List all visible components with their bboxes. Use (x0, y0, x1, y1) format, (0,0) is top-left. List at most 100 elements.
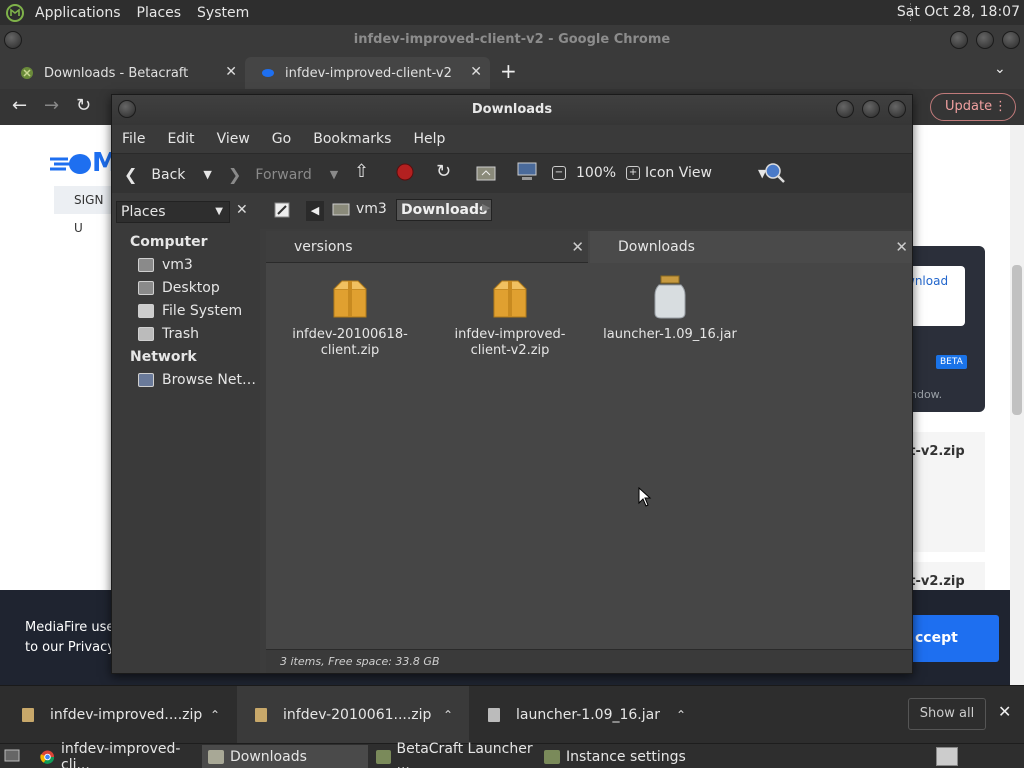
minimize-button[interactable] (950, 31, 968, 49)
back-arrow-icon[interactable]: ← (12, 95, 27, 116)
stop-icon[interactable] (396, 163, 414, 181)
menu-edit[interactable]: Edit (167, 131, 194, 147)
task-downloads[interactable]: Downloads (202, 745, 368, 768)
maximize-button[interactable] (862, 100, 880, 118)
sidebar-header-network: Network (130, 349, 197, 365)
task-instance-settings[interactable]: Instance settings (538, 745, 704, 768)
applications-menu[interactable]: Applications (30, 5, 126, 21)
back-button[interactable]: ❮ Back ▼ (124, 165, 212, 184)
file-item-launcher-jar[interactable]: launcher-1.09_16.jar (600, 273, 740, 343)
folder-icon (208, 749, 224, 764)
menu-view[interactable]: View (217, 131, 250, 147)
places-menu[interactable]: Places (132, 5, 187, 21)
download-button[interactable]: wnload (905, 266, 965, 326)
sidebar-item-browse-network[interactable]: Browse Net… (138, 372, 256, 388)
chevron-up-icon[interactable]: ⌃ (443, 708, 453, 722)
breadcrumb-left-arrow-icon[interactable]: ◀ (306, 201, 324, 221)
chrome-window-title: infdev-improved-client-v2 - Google Chrom… (353, 32, 671, 47)
back-history-dropdown-icon[interactable]: ▼ (203, 168, 211, 181)
home-folder-icon[interactable] (476, 163, 496, 181)
desktop-icon (138, 281, 154, 295)
download-item-infdev-20100618[interactable]: infdev-2010061....zip ⌃ (237, 686, 469, 744)
file-name: infdev-20100618- (292, 327, 408, 342)
window-menu-button[interactable] (118, 100, 136, 118)
back-label: Back (151, 166, 186, 183)
close-button[interactable] (1002, 31, 1020, 49)
tab-label: Downloads (618, 239, 695, 255)
task-label: BetaCraft Launcher ... (396, 740, 533, 768)
tab-downloads[interactable]: Downloads ✕ (590, 231, 912, 263)
file-name: client.zip (320, 343, 380, 358)
workspace-switcher[interactable] (936, 747, 958, 766)
up-arrow-icon[interactable]: ⇧ (354, 161, 369, 182)
view-mode-label: Icon View (645, 165, 712, 181)
tab-close-icon[interactable]: ✕ (895, 231, 908, 263)
download-item-infdev-improved[interactable]: infdev-improved....zip ⌃ (0, 686, 236, 744)
network-icon (138, 373, 154, 387)
sidebar-item-vm3[interactable]: vm3 (138, 257, 193, 273)
tab-close-icon[interactable]: ✕ (225, 64, 237, 80)
tab-label: Downloads - Betacraft (44, 65, 189, 81)
file-item-infdev-improved-client-v2[interactable]: infdev-improved- client-v2.zip (440, 273, 580, 359)
close-sidebar-icon[interactable]: ✕ (236, 202, 248, 218)
beta-badge: BETA (936, 355, 967, 369)
download-item-launcher-jar[interactable]: launcher-1.09_16.jar ⌃ (470, 686, 702, 744)
tab-close-icon[interactable]: ✕ (470, 64, 482, 80)
signup-button[interactable]: SIGN U (54, 186, 114, 235)
file-view[interactable]: versions ✕ Downloads ✕ infdev-20100618- … (266, 231, 912, 673)
sidebar-item-label: File System (162, 303, 243, 319)
menu-bookmarks[interactable]: Bookmarks (313, 131, 391, 147)
sidebar-item-desktop[interactable]: Desktop (138, 280, 220, 296)
edit-location-icon[interactable] (274, 202, 290, 218)
forward-arrow-icon[interactable]: → (44, 95, 59, 116)
scrollbar-thumb[interactable] (1012, 265, 1022, 415)
maximize-button[interactable] (976, 31, 994, 49)
zoom-out-icon[interactable]: − (552, 166, 566, 180)
task-betacraft[interactable]: BetaCraft Launcher ... (370, 741, 536, 768)
menu-go[interactable]: Go (272, 131, 291, 147)
search-icon[interactable] (764, 162, 786, 184)
tab-search-chevron-icon[interactable]: ⌄ (994, 61, 1006, 77)
breadcrumb-downloads[interactable]: Downloads (396, 199, 493, 221)
chevron-up-icon[interactable]: ⌃ (676, 708, 686, 722)
mediafire-logo[interactable]: M (48, 148, 118, 178)
page-scrollbar[interactable] (1010, 125, 1024, 685)
window-note: ndow. (910, 388, 943, 401)
breadcrumb-right-arrow-icon[interactable]: ▶ (482, 201, 490, 214)
menu-help[interactable]: Help (413, 131, 445, 147)
forward-button[interactable]: ❯ Forward ▼ (228, 165, 338, 184)
show-all-button[interactable]: Show all (908, 698, 986, 730)
home-folder-icon (138, 258, 154, 272)
kebab-menu-icon[interactable]: ⋮ (994, 94, 1007, 120)
sidebar-type-select[interactable]: Places ▼ (116, 201, 230, 223)
zoom-in-icon[interactable]: + (626, 166, 641, 180)
reload-icon[interactable]: ↻ (436, 161, 451, 182)
window-menu-button[interactable] (4, 31, 22, 49)
show-desktop-icon[interactable] (4, 748, 20, 764)
computer-icon[interactable] (516, 162, 538, 182)
system-menu[interactable]: System (192, 5, 254, 21)
reload-icon[interactable]: ↻ (76, 95, 91, 116)
mate-logo-icon[interactable] (6, 3, 24, 22)
file-name: infdev-improved- (454, 327, 566, 342)
tab-infdev-improved-client[interactable]: infdev-improved-client-v2 ✕ (245, 57, 490, 89)
close-shelf-icon[interactable]: ✕ (998, 702, 1011, 721)
sidebar-type-label: Places (121, 204, 166, 220)
tab-downloads-betacraft[interactable]: Downloads - Betacraft ✕ (0, 57, 245, 89)
tab-close-icon[interactable]: ✕ (571, 231, 584, 263)
chevron-up-icon[interactable]: ⌃ (210, 708, 220, 722)
breadcrumb-vm3[interactable]: vm3 (332, 201, 387, 217)
update-button[interactable]: Update ⋮ (930, 93, 1016, 121)
minimize-button[interactable] (836, 100, 854, 118)
close-button[interactable] (888, 100, 906, 118)
sidebar-item-file-system[interactable]: File System (138, 303, 242, 319)
clock[interactable]: Sat Oct 28, 18:07 (897, 4, 1020, 20)
task-chrome[interactable]: infdev-improved-cli... (34, 741, 200, 768)
sidebar-item-trash[interactable]: Trash (138, 326, 199, 342)
menu-file[interactable]: File (122, 131, 145, 147)
file-item-infdev-20100618[interactable]: infdev-20100618- client.zip (280, 273, 420, 359)
new-tab-icon[interactable]: + (500, 59, 517, 83)
forward-history-dropdown-icon[interactable]: ▼ (330, 168, 338, 181)
tab-versions[interactable]: versions ✕ (266, 231, 588, 263)
view-mode-select[interactable]: Icon View ▼ (645, 165, 766, 181)
